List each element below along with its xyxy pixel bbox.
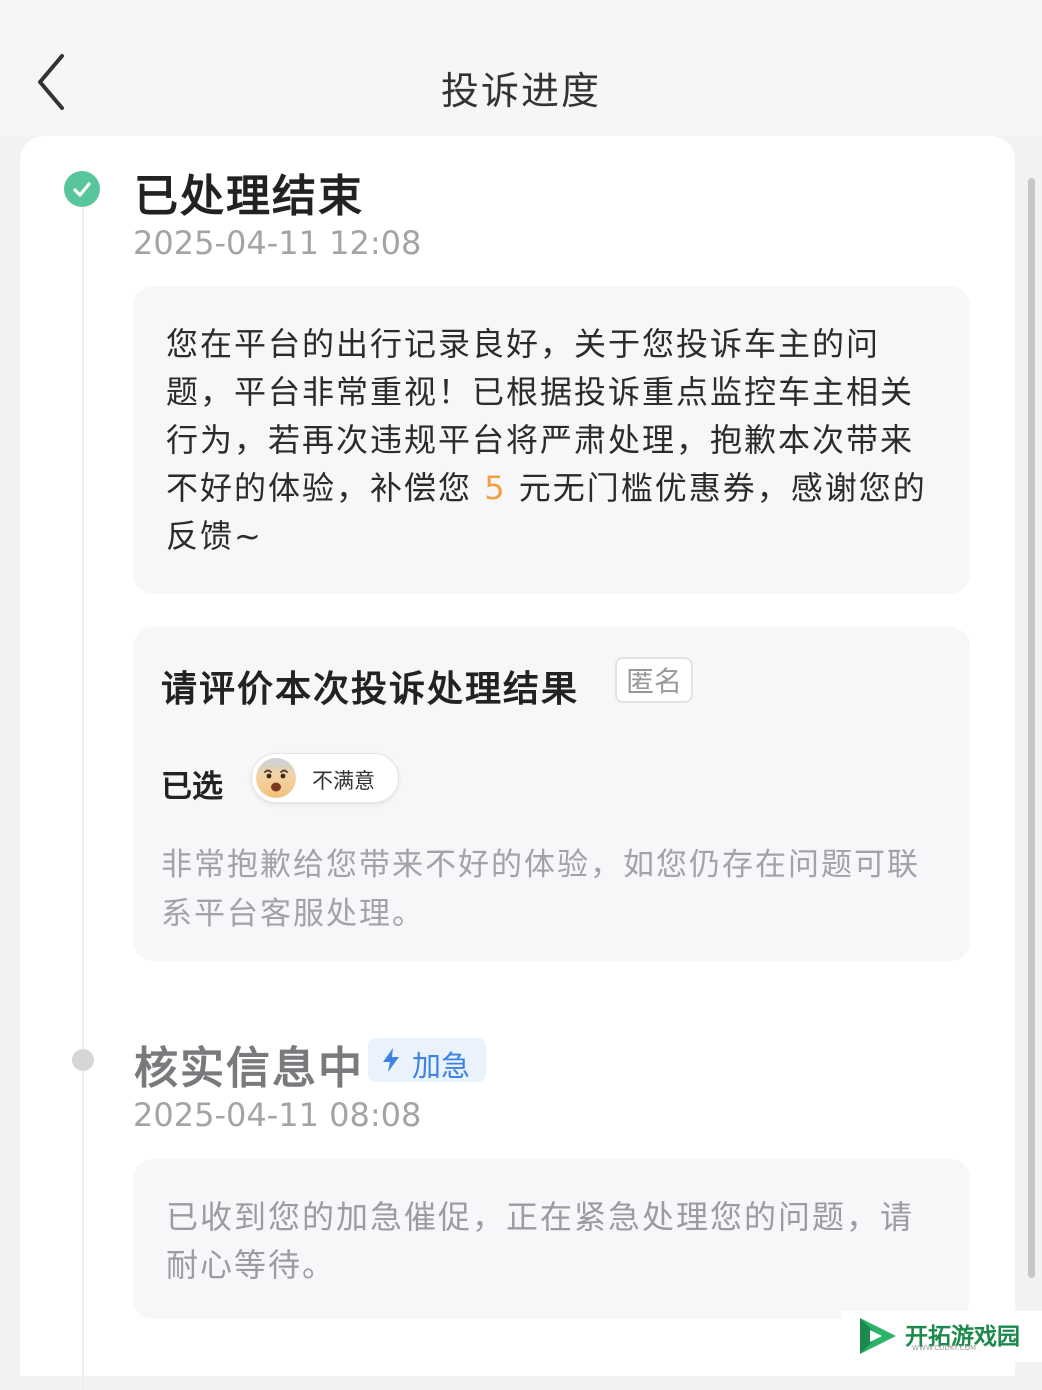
status-title-pending: 核实信息中 <box>134 1043 364 1094</box>
coupon-amount: 5 <box>484 469 507 507</box>
watermark-logo-icon <box>860 1318 896 1354</box>
urgent-message-box: 已收到您的加急催促，正在紧急处理您的问题，请耐心等待。 <box>133 1159 970 1319</box>
timeline-line <box>82 190 84 1390</box>
lightning-bolt-icon <box>383 1048 399 1072</box>
status-time-pending: 2025-04-11 08:08 <box>133 1096 422 1134</box>
result-message-box: 您在平台的出行记录良好，关于您投诉车主的问题，平台非常重视！已根据投诉重点监控车… <box>133 286 970 594</box>
status-time-done: 2025-04-11 12:08 <box>133 224 422 262</box>
result-message: 您在平台的出行记录良好，关于您投诉车主的问题，平台非常重视！已根据投诉重点监控车… <box>166 320 946 560</box>
rating-label: 不满意 <box>312 769 375 793</box>
evaluation-title: 请评价本次投诉处理结果 <box>161 669 580 710</box>
urgent-message: 已收到您的加急催促，正在紧急处理您的问题，请耐心等待。 <box>166 1198 915 1284</box>
status-title-done: 已处理结束 <box>134 171 364 222</box>
done-status-icon <box>64 171 100 207</box>
progress-card: 已处理结束 2025-04-11 12:08 您在平台的出行记录良好，关于您投诉… <box>20 136 1015 1390</box>
urgent-label: 加急 <box>412 1049 471 1083</box>
navigation-header: 投诉进度 <box>0 0 1042 136</box>
dissatisfied-face-icon <box>256 758 296 798</box>
urgent-tag: 加急 <box>368 1038 486 1083</box>
pending-status-dot <box>72 1049 94 1071</box>
evaluation-box: 请评价本次投诉处理结果 匿名 已选 不满意 非常抱歉给您带来不好的体验，如您仍存… <box>133 627 970 961</box>
page-title: 投诉进度 <box>440 69 601 113</box>
anonymous-tag: 匿名 <box>615 657 693 703</box>
scrollbar[interactable] <box>1028 178 1035 1278</box>
rating-chip-dissatisfied[interactable]: 不满意 <box>251 753 399 803</box>
watermark-url: WWW.CDDKT.COM <box>912 1344 977 1352</box>
selected-label: 已选 <box>161 769 223 805</box>
watermark: 开拓游戏园 WWW.CDDKT.COM <box>842 1311 1042 1362</box>
evaluation-description: 非常抱歉给您带来不好的体验，如您仍存在问题可联系平台客服处理。 <box>161 847 920 932</box>
